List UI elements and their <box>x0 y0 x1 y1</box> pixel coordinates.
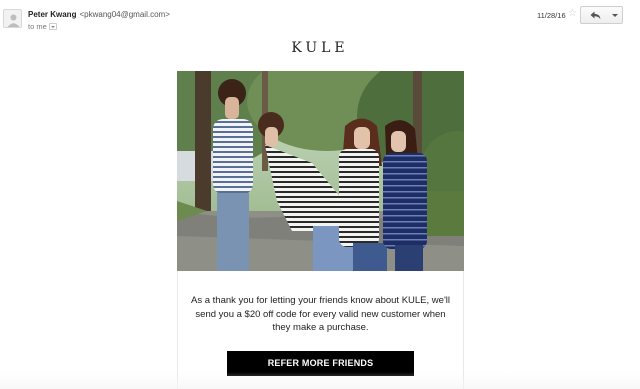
reply-button[interactable] <box>580 6 609 24</box>
sender-avatar[interactable] <box>3 9 22 28</box>
more-options-button[interactable] <box>608 6 623 24</box>
sender-line: Peter Kwang <pkwang04@gmail.com> <box>28 10 170 19</box>
recipient-label: to me <box>28 22 47 31</box>
thank-you-message: As a thank you for letting your friends … <box>191 295 450 333</box>
refer-more-friends-button[interactable]: REFER MORE FRIENDS <box>227 351 414 376</box>
recipient-details-toggle[interactable] <box>48 22 57 30</box>
star-icon[interactable]: ☆ <box>568 9 577 19</box>
sender-email: <pkwang04@gmail.com> <box>79 10 170 19</box>
brand-logo: KULE <box>291 40 349 56</box>
email-date: 11/28/16 <box>537 11 566 20</box>
hero-image <box>177 71 464 271</box>
sender-name[interactable]: Peter Kwang <box>28 10 76 19</box>
person-icon <box>7 14 20 27</box>
email-header: Peter Kwang <pkwang04@gmail.com> to me 11… <box>0 0 640 34</box>
reply-icon <box>590 11 601 20</box>
recipient-line: to me <box>28 22 57 31</box>
